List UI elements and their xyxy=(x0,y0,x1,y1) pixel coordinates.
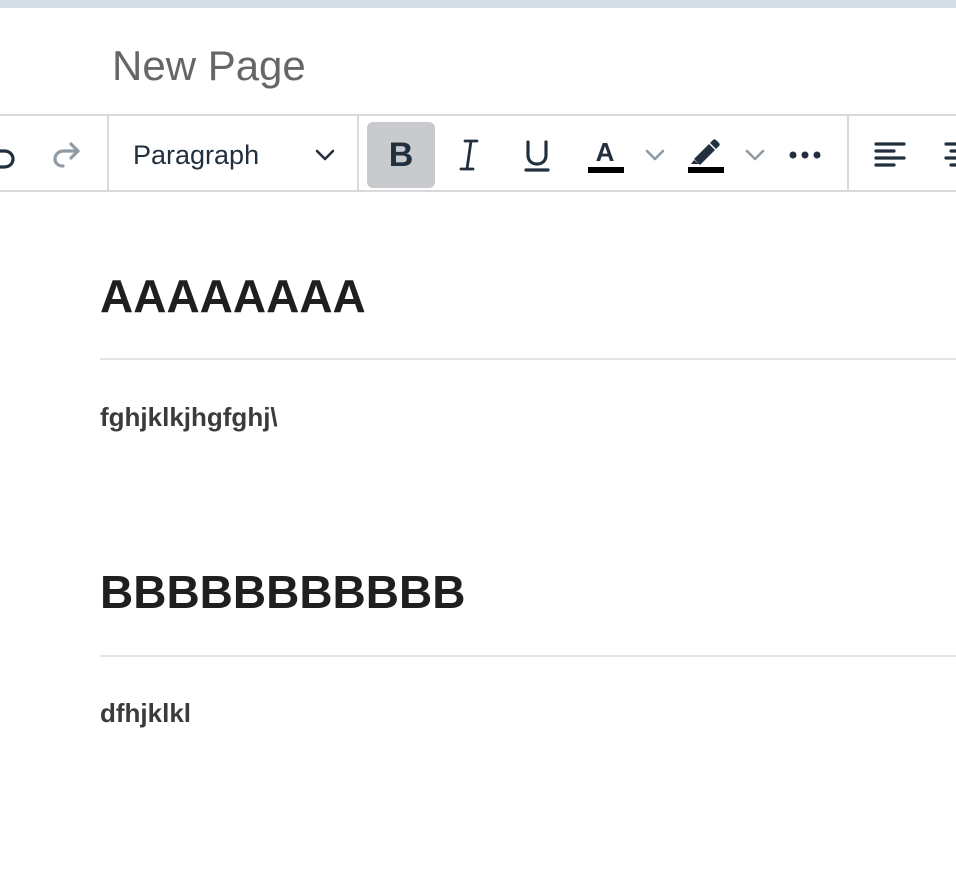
paragraph[interactable]: dfhjklkl xyxy=(100,697,191,729)
italic-icon xyxy=(459,139,479,171)
horizontal-rule xyxy=(100,655,956,657)
page-title[interactable]: New Page xyxy=(112,38,306,94)
highlighter-icon xyxy=(688,139,724,173)
top-strip xyxy=(0,0,956,8)
toolbar-divider xyxy=(107,116,109,192)
chevron-down-icon xyxy=(645,149,665,161)
align-left-button[interactable] xyxy=(866,122,914,188)
toolbar-divider xyxy=(847,116,849,192)
block-format-select[interactable]: Paragraph xyxy=(110,116,356,192)
chevron-down-icon xyxy=(745,149,765,161)
align-center-button[interactable] xyxy=(936,122,956,188)
underline-button[interactable] xyxy=(512,122,562,188)
underline-icon xyxy=(524,140,550,172)
undo-icon xyxy=(0,149,15,169)
text-color-button[interactable]: A xyxy=(582,122,628,188)
block-format-label: Paragraph xyxy=(133,140,260,170)
bold-icon: B xyxy=(389,136,414,174)
text-color-dropdown[interactable] xyxy=(638,122,672,188)
chevron-down-icon xyxy=(315,149,335,161)
redo-icon xyxy=(53,142,80,168)
more-button[interactable] xyxy=(782,122,828,188)
svg-text:B: B xyxy=(389,136,414,174)
bold-button[interactable]: B xyxy=(367,122,435,188)
undo-button[interactable] xyxy=(0,122,22,188)
text-color-icon: A xyxy=(588,137,624,173)
highlight-color-dropdown[interactable] xyxy=(738,122,772,188)
horizontal-rule xyxy=(100,358,956,360)
paragraph[interactable]: fghjklkjhgfghj\ xyxy=(100,401,278,433)
svg-text:A: A xyxy=(596,137,615,167)
toolbar-divider xyxy=(357,116,359,192)
redo-button[interactable] xyxy=(46,122,90,188)
highlight-color-button[interactable] xyxy=(682,122,728,188)
align-center-icon xyxy=(944,142,956,167)
more-icon xyxy=(789,151,821,159)
align-left-icon xyxy=(874,142,906,167)
heading[interactable]: AAAAAAAA xyxy=(100,268,366,324)
editor-toolbar: Paragraph B A xyxy=(0,114,956,192)
heading[interactable]: BBBBBBBBBBB xyxy=(100,564,465,620)
italic-button[interactable] xyxy=(445,122,493,188)
